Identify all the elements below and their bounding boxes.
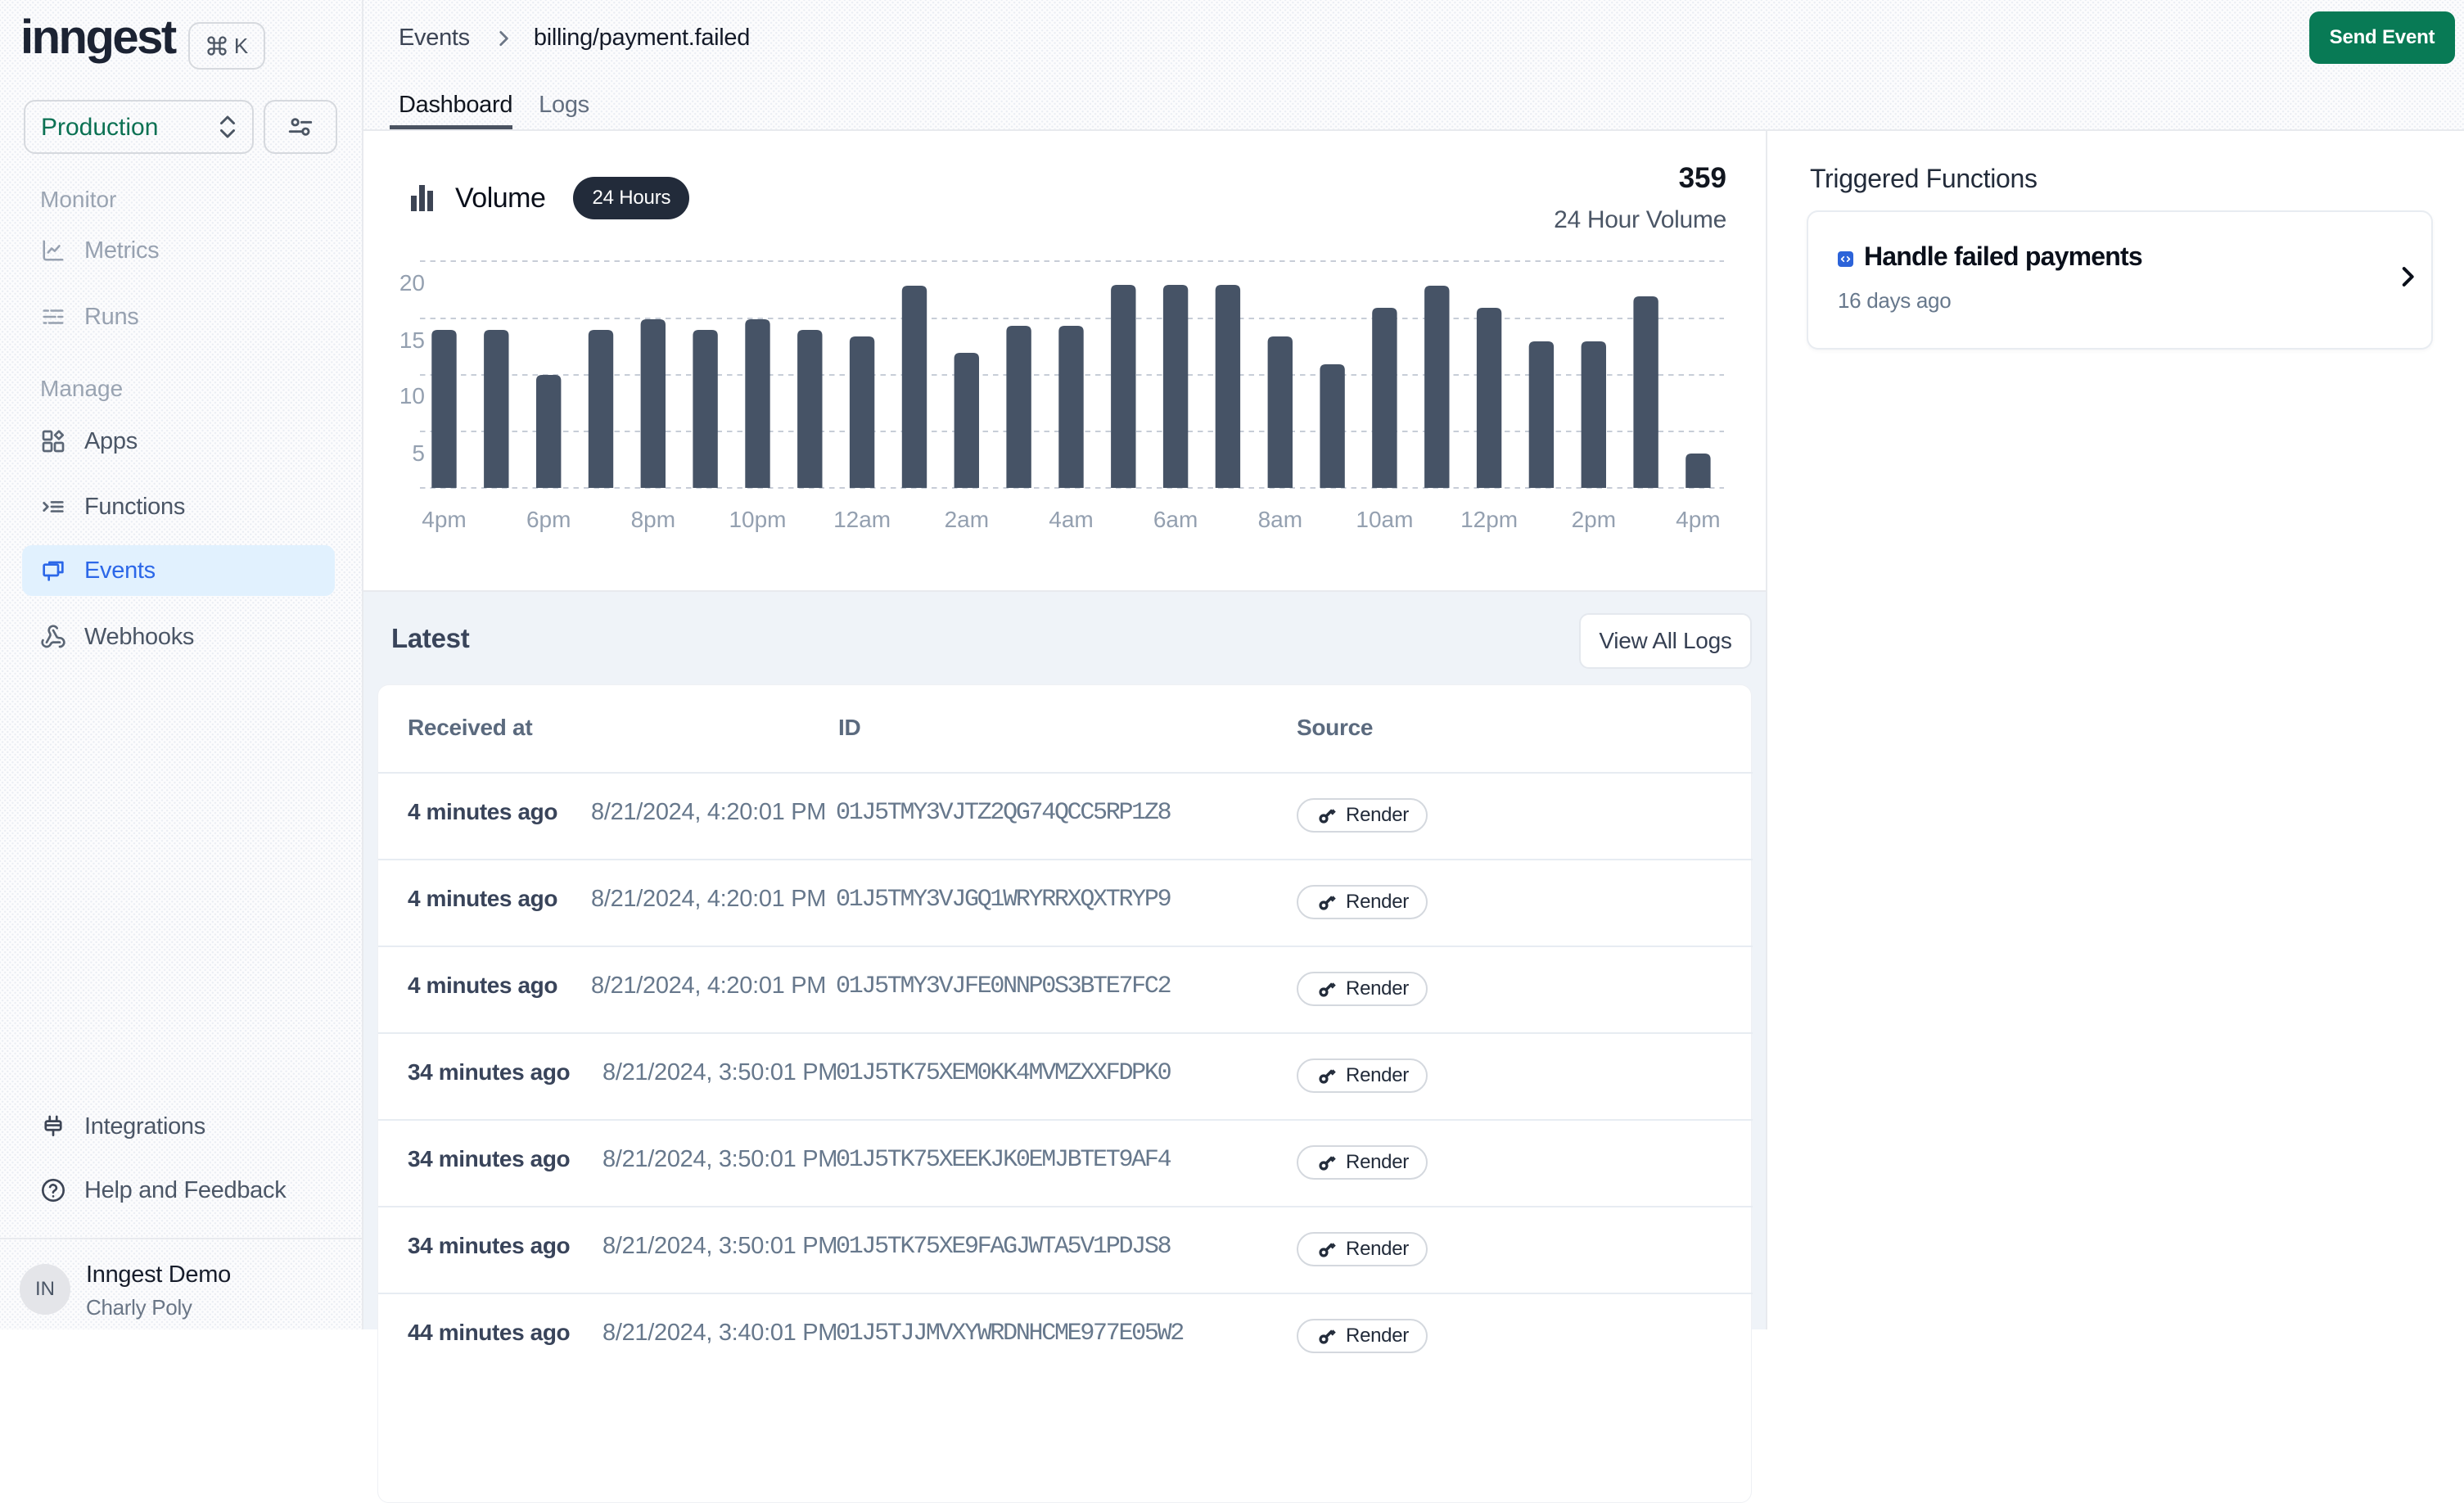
svg-text:10am: 10am — [1356, 507, 1413, 532]
svg-text:4pm: 4pm — [1676, 507, 1720, 532]
svg-text:12pm: 12pm — [1460, 507, 1518, 532]
svg-text:15: 15 — [399, 327, 425, 353]
svg-text:2am: 2am — [945, 507, 989, 532]
svg-text:10: 10 — [399, 383, 425, 408]
svg-text:4am: 4am — [1049, 507, 1093, 532]
svg-text:2pm: 2pm — [1572, 507, 1616, 532]
svg-text:5: 5 — [412, 440, 425, 466]
svg-text:20: 20 — [399, 270, 425, 296]
svg-text:6am: 6am — [1153, 507, 1198, 532]
svg-text:12am: 12am — [833, 507, 891, 532]
svg-text:6pm: 6pm — [526, 507, 571, 532]
svg-text:8am: 8am — [1258, 507, 1302, 532]
svg-text:10pm: 10pm — [729, 507, 786, 532]
svg-text:4pm: 4pm — [422, 507, 466, 532]
svg-text:8pm: 8pm — [631, 507, 675, 532]
